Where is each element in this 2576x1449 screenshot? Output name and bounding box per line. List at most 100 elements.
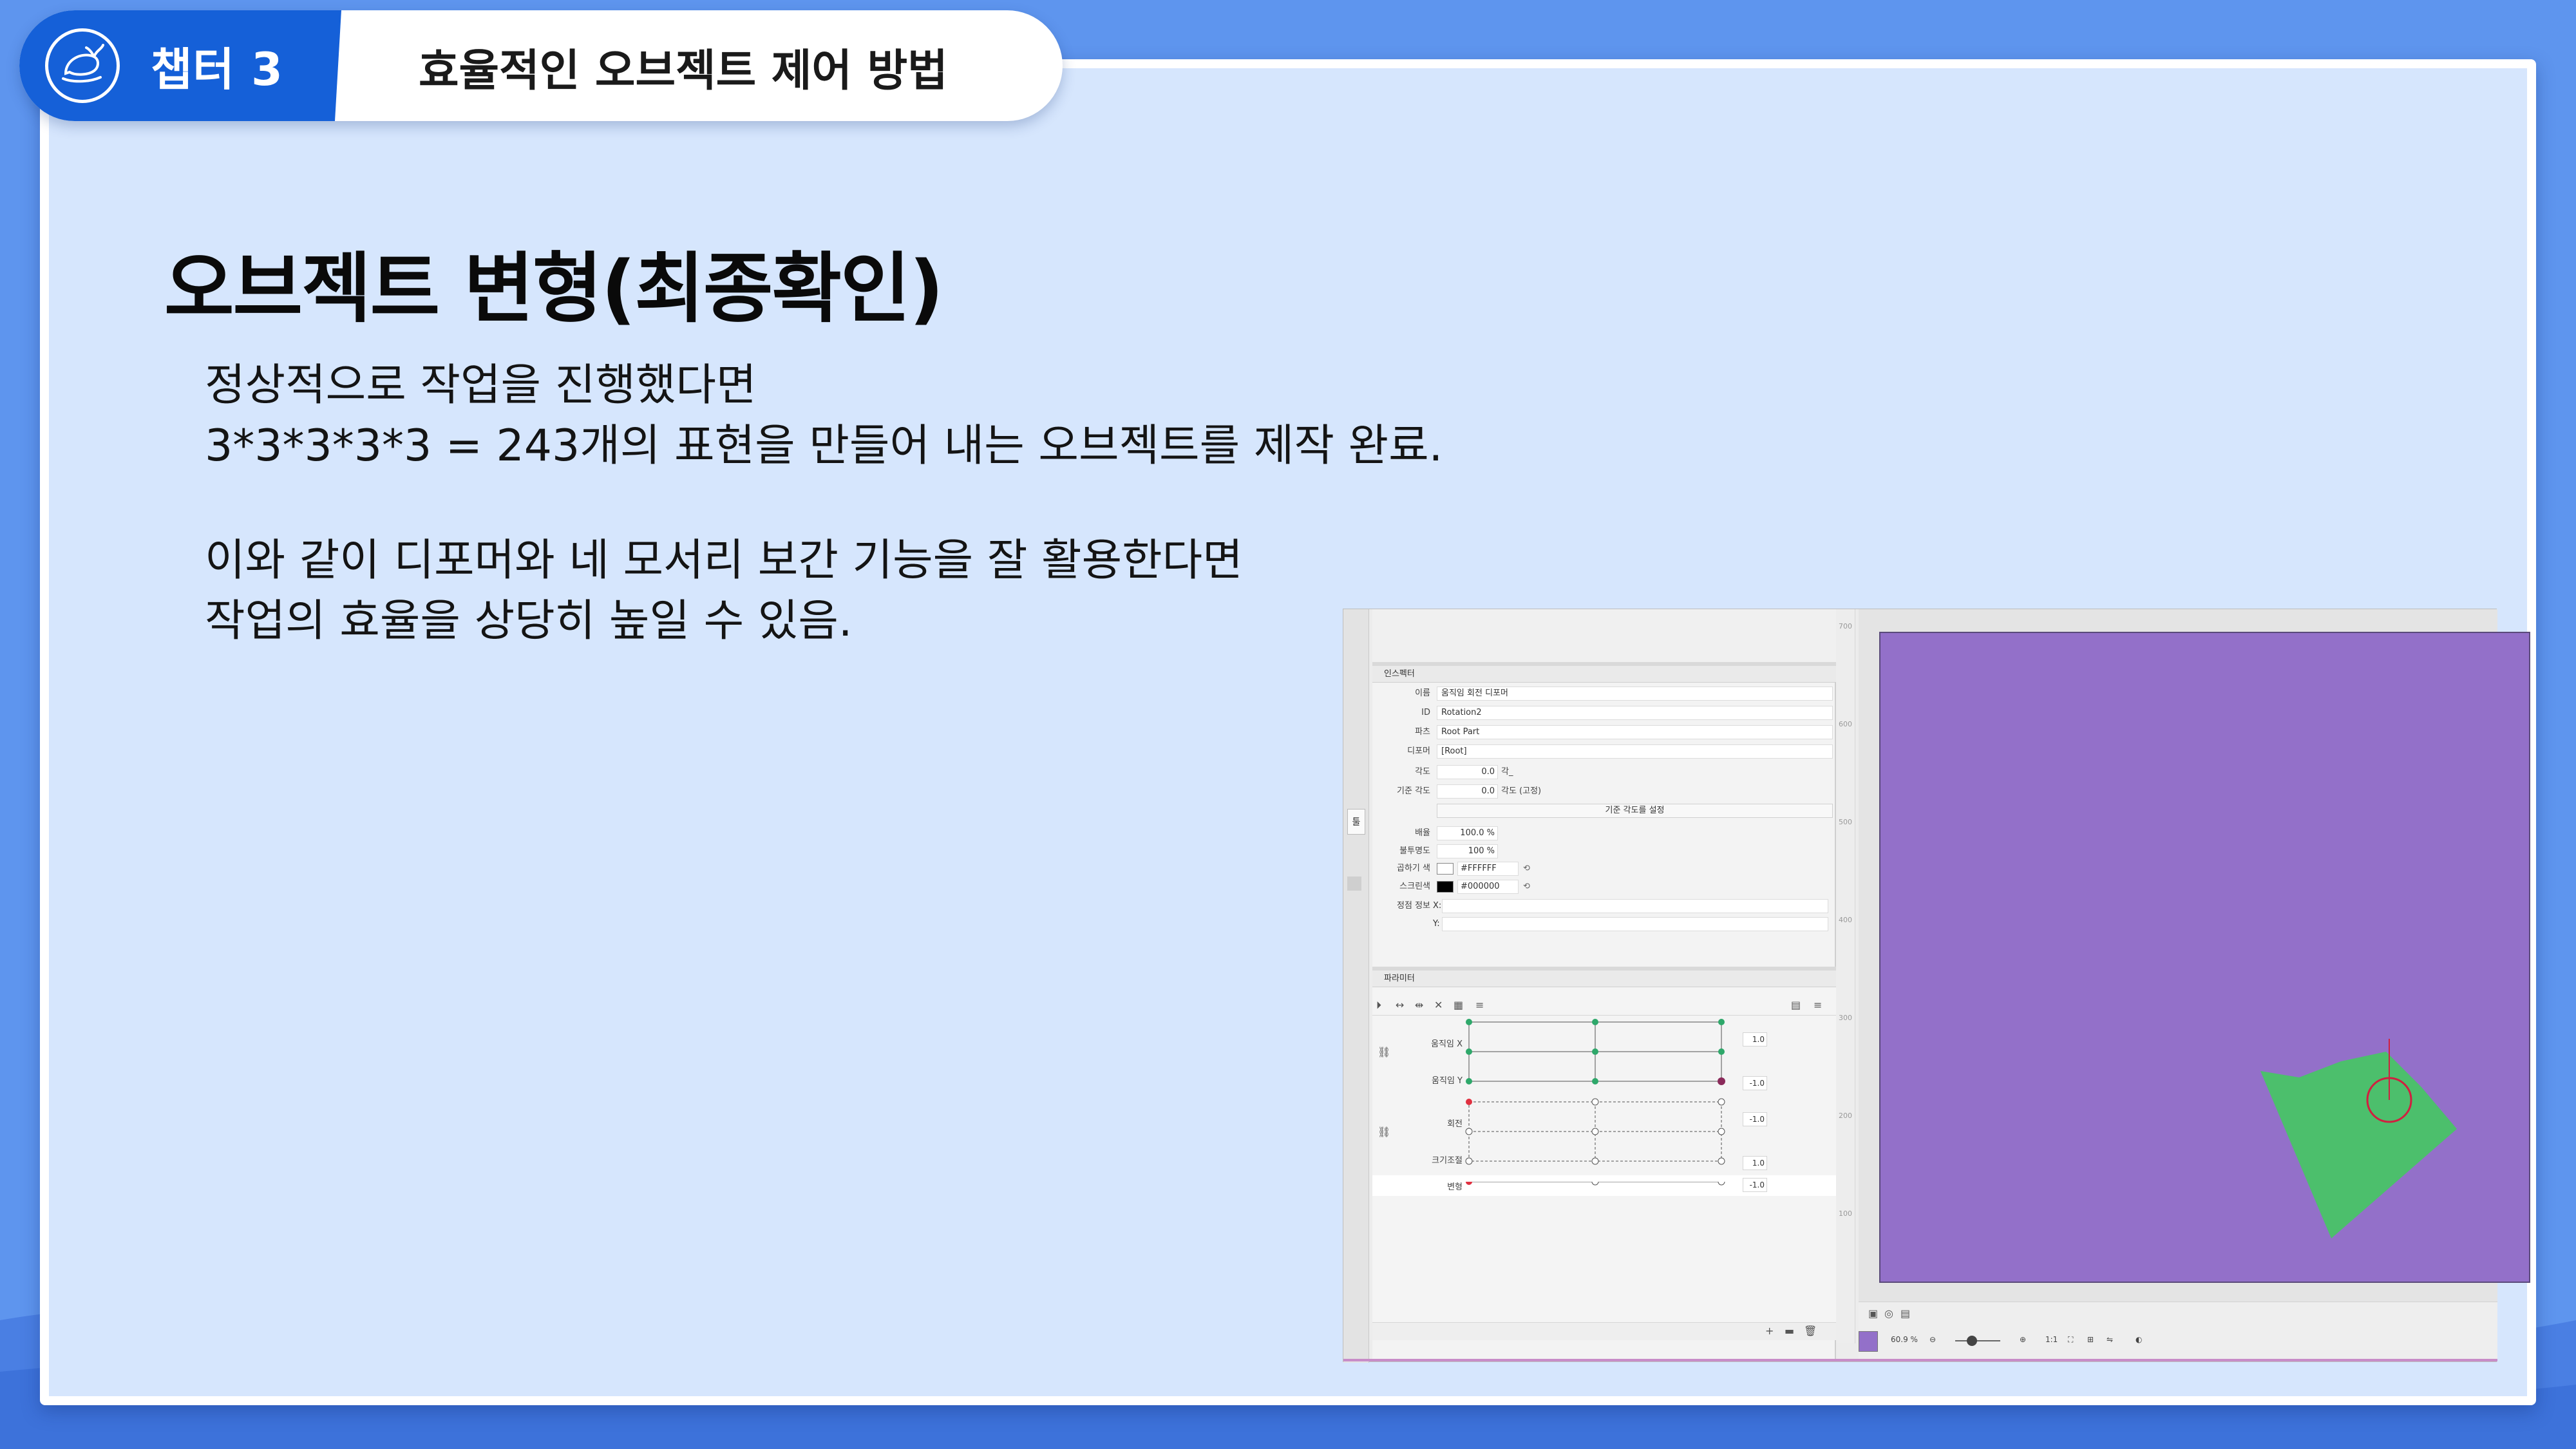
- param-label-move-y: 움직임 Y: [1432, 1076, 1463, 1086]
- deformer-select[interactable]: [Root]: [1437, 744, 1833, 759]
- inspector-row-base-angle: 기준 각도 0.0 각도 (고정): [1372, 783, 1836, 800]
- angle-unit: 각_: [1501, 767, 1513, 777]
- parameter-title: 파라미터: [1372, 971, 1836, 987]
- part-label: 파츠: [1415, 727, 1430, 737]
- zoom-out-icon[interactable]: ⊖: [1929, 1335, 1936, 1344]
- vertex-y-field[interactable]: [1442, 917, 1828, 931]
- link-icon[interactable]: ↔: [1396, 999, 1404, 1011]
- part-select[interactable]: Root Part: [1437, 725, 1833, 739]
- flip-icon[interactable]: ⇋: [2107, 1335, 2113, 1344]
- clipboard-icon[interactable]: ▤: [1791, 999, 1801, 1011]
- scale-field[interactable]: 100.0 %: [1437, 826, 1498, 840]
- color-swatch[interactable]: [1859, 1331, 1878, 1352]
- fit-icon[interactable]: ⛶: [2068, 1335, 2073, 1345]
- canvas-viewport[interactable]: [1879, 632, 2530, 1283]
- scale-label: 배율: [1415, 828, 1430, 838]
- inspector-row-part: 파츠 Root Part: [1372, 724, 1836, 741]
- paragraph-1-line-1: 정상적으로 작업을 진행했다면: [205, 360, 757, 411]
- name-label: 이름: [1415, 688, 1430, 698]
- menu-icon[interactable]: ≡: [1814, 999, 1822, 1011]
- key-delete-icon[interactable]: ✕: [1434, 999, 1443, 1011]
- screen-color-field[interactable]: #000000: [1457, 880, 1519, 894]
- center-icon[interactable]: ⊞: [2087, 1335, 2094, 1344]
- chapter-title: 효율적인 오브젝트 제어 방법: [419, 46, 948, 97]
- param-value-move-x[interactable]: 1.0: [1743, 1032, 1767, 1046]
- vertex-x-label: X:: [1433, 901, 1442, 911]
- view-toolbar: ▣ ◎ ▤ 60.9 % ⊖ ⊕ 1:1 ⛶ ⊞ ⇋ ◐: [1859, 1302, 2497, 1359]
- ruler-tick: 100: [1839, 1209, 1852, 1218]
- base-angle-field[interactable]: 0.0: [1437, 784, 1498, 799]
- inspector-row-id: ID Rotation2: [1372, 705, 1836, 721]
- base-angle-unit: 각도 (고정): [1501, 786, 1542, 796]
- zoom-in-icon[interactable]: ⊕: [2020, 1335, 2026, 1344]
- angle-field[interactable]: 0.0: [1437, 765, 1498, 779]
- inspector-row-name: 이름 움직임 회전 디포머: [1372, 685, 1836, 702]
- parameter-footer: + ▬ 🗑: [1372, 1322, 1836, 1340]
- zoom-slider-thumb[interactable]: [1967, 1336, 1977, 1346]
- param-value-move-y[interactable]: -1.0: [1743, 1076, 1767, 1090]
- angle-label: 각도: [1415, 767, 1430, 777]
- deformer-label: 디포머: [1407, 746, 1430, 756]
- inspector-row-scale: 배율 100.0 %: [1372, 825, 1836, 842]
- zoom-slider[interactable]: [1955, 1340, 2000, 1341]
- folder-icon[interactable]: ▬: [1785, 1325, 1794, 1337]
- reset-icon[interactable]: ⟲: [1523, 878, 1530, 895]
- reset-icon[interactable]: ⟲: [1523, 860, 1530, 877]
- parameter-toolbar: ⏵ ↔ ⇹ ✕ ▦ ≡ ▤ ≡: [1372, 996, 1836, 1016]
- param-value-scale[interactable]: 1.0: [1743, 1156, 1767, 1170]
- editor-screenshot: 툴 인스펙터 이름 움직임 회전 디포머 ID Rotation2 파츠 Roo…: [1343, 609, 2530, 1363]
- play-icon[interactable]: ⏵: [1376, 999, 1381, 1012]
- chapter-label: 챕터 3: [151, 43, 283, 96]
- paragraph-1-line-2: 3*3*3*3*3 = 243개의 표현을 만들어 내는 오브젝트를 제작 완료…: [205, 421, 1443, 471]
- key-add-icon[interactable]: ⇹: [1415, 999, 1423, 1011]
- multiply-color-field[interactable]: #FFFFFF: [1457, 862, 1519, 876]
- ruler-tick: 200: [1839, 1112, 1852, 1120]
- inspector-row-vertex-y: Y:: [1372, 916, 1836, 933]
- inspector-row-screen-color: 스크린색 #000000 ⟲: [1372, 878, 1836, 895]
- multiply-color-label: 곱하기 색: [1397, 864, 1430, 873]
- inspector-title: 인스펙터: [1372, 666, 1836, 683]
- ruler-tick: 700: [1839, 622, 1852, 630]
- inspector-row-angle: 각도 0.0 각_: [1372, 764, 1836, 781]
- set-base-angle-button[interactable]: 기준 각도를 설정: [1437, 804, 1833, 818]
- param-label-rotation: 회전: [1447, 1119, 1463, 1129]
- ruler-tick: 300: [1839, 1014, 1852, 1022]
- inspector-row-vertex-x: 정점 정보 X:: [1372, 898, 1836, 914]
- canvas-area: ▣ ◎ ▤ 60.9 % ⊖ ⊕ 1:1 ⛶ ⊞ ⇋ ◐: [1859, 609, 2530, 1359]
- ruler-tick: 600: [1839, 720, 1852, 728]
- inspector-topbar: [1372, 609, 1836, 666]
- toggle-icon[interactable]: ◐: [2136, 1335, 2142, 1344]
- paragraph-2-line-2: 작업의 효율을 상당히 높일 수 있음.: [205, 596, 853, 647]
- canvas-drawing[interactable]: [1880, 633, 2529, 1282]
- base-angle-label: 기준 각도: [1397, 786, 1430, 796]
- ruler-tick: 500: [1839, 818, 1852, 826]
- inspector-row-set-base: 기준 각도를 설정: [1372, 802, 1836, 819]
- eye-icon[interactable]: ◎: [1884, 1307, 1893, 1320]
- name-field[interactable]: 움직임 회전 디포머: [1437, 687, 1833, 701]
- screen-color-swatch[interactable]: [1437, 881, 1454, 893]
- opacity-field[interactable]: 100 %: [1437, 844, 1498, 858]
- param-value-rotation[interactable]: -1.0: [1743, 1112, 1767, 1126]
- vertex-x-field[interactable]: [1442, 899, 1828, 913]
- camera-icon[interactable]: ▣: [1868, 1307, 1878, 1320]
- add-icon[interactable]: +: [1765, 1325, 1774, 1337]
- ratio-label[interactable]: 1:1: [2045, 1335, 2058, 1344]
- capture-icon[interactable]: ▤: [1900, 1307, 1910, 1320]
- multiply-color-swatch[interactable]: [1437, 863, 1454, 875]
- paragraph-2-line-1: 이와 같이 디포머와 네 모서리 보간 기능을 잘 활용한다면: [205, 535, 1243, 586]
- param-deform-slider[interactable]: [1372, 1182, 1836, 1195]
- id-label: ID: [1421, 708, 1430, 717]
- screen-color-label: 스크린색: [1399, 882, 1430, 891]
- trash-icon[interactable]: 🗑: [1804, 1325, 1817, 1337]
- list-icon[interactable]: ≡: [1475, 999, 1484, 1011]
- whale-logo-icon: [45, 28, 120, 103]
- app-bottom-border: [1343, 1359, 2497, 1361]
- page-title: 오브젝트 변형(최종확인): [164, 244, 944, 333]
- opacity-label: 불투명도: [1399, 846, 1430, 856]
- view-status-row: 60.9 % ⊖ ⊕ 1:1 ⛶ ⊞ ⇋ ◐: [1859, 1331, 2497, 1352]
- param-label-move-x: 움직임 X: [1431, 1039, 1463, 1049]
- table-icon[interactable]: ▦: [1454, 999, 1463, 1011]
- param-label-scale: 크기조절: [1432, 1156, 1463, 1166]
- id-field[interactable]: Rotation2: [1437, 706, 1833, 720]
- chapter-badge: 챕터 3: [19, 10, 341, 121]
